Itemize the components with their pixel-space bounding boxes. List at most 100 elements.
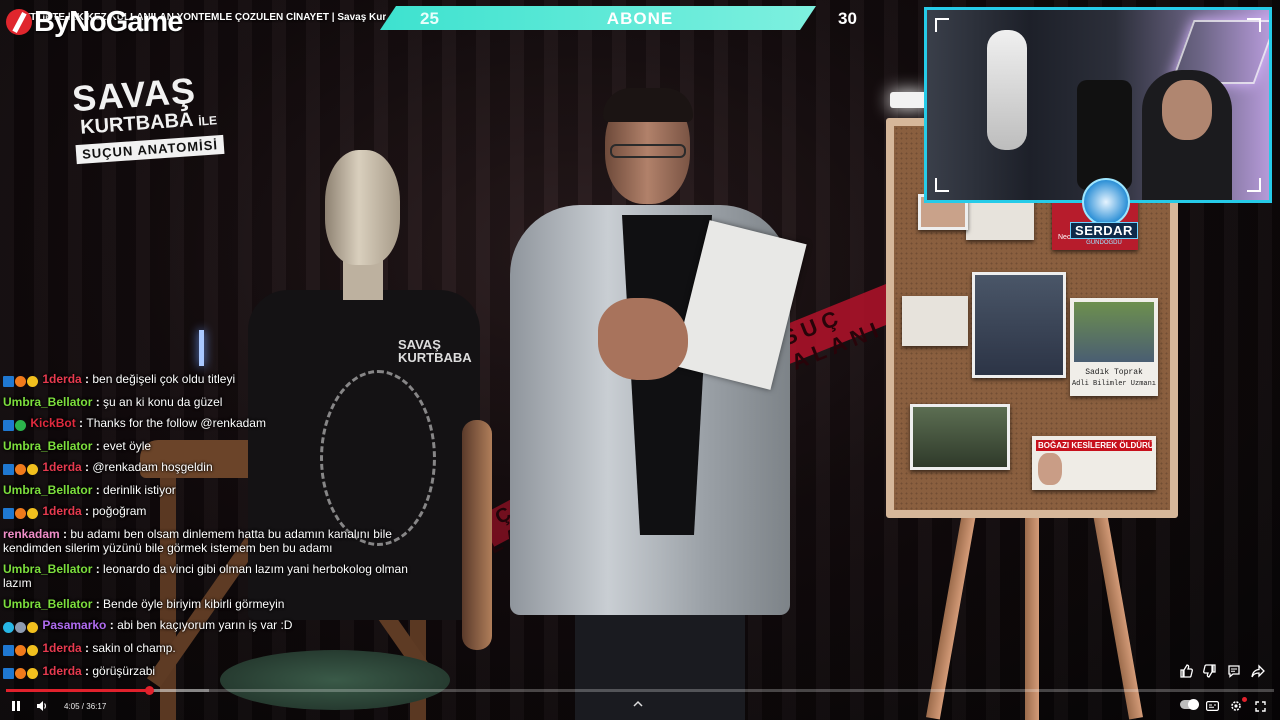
frame-corner-icon <box>935 18 949 32</box>
player-controls: 4:05 / 36:17 <box>0 692 1280 720</box>
news-clipping: BOĞAZI KESİLEREK ÖLDÜRÜLDÜ <box>1032 436 1156 490</box>
streamer-face <box>1162 80 1212 140</box>
cyan-badge-icon <box>3 622 14 634</box>
evidence-note <box>902 296 968 346</box>
chat-message: Umbra_Bellator : şu an ki konu da güzel <box>3 395 223 409</box>
gray-badge-icon <box>15 622 26 634</box>
gold-badge-icon <box>27 645 38 657</box>
streamer-badge: SERDAR GÜNDOĞDU <box>1070 178 1138 250</box>
duration: 36:17 <box>86 702 107 711</box>
chat-username[interactable]: Umbra_Bellator <box>3 483 92 497</box>
twitch-badge-icon <box>3 464 14 476</box>
chat-username[interactable]: 1derda <box>42 664 81 678</box>
subscriber-goal-label: ABONE <box>606 9 674 28</box>
chat-text: derinlik istiyor <box>103 483 176 497</box>
orange-badge-icon <box>15 508 26 520</box>
time-display: 4:05 / 36:17 <box>64 702 107 711</box>
chat-message: 1derda : ben değişeli çok oldu titleyi <box>3 368 433 391</box>
chat-username[interactable]: KickBot <box>30 416 75 430</box>
chat-text: @renkadam hoşgeldin <box>92 460 213 474</box>
chat-badges <box>3 506 39 520</box>
easel-leg <box>1025 500 1039 720</box>
chat-username[interactable]: Umbra_Bellator <box>3 395 92 409</box>
mannequin-head <box>325 150 400 265</box>
gold-badge-icon <box>27 464 38 476</box>
hd-badge <box>1242 697 1247 702</box>
orange-badge-icon <box>15 645 26 657</box>
chat-badges <box>3 418 27 432</box>
share-icon[interactable] <box>1250 663 1266 679</box>
twitch-badge-icon <box>3 508 14 520</box>
dislike-icon[interactable] <box>1202 663 1218 679</box>
expert-name: Sadık Toprak <box>1085 368 1143 377</box>
evidence-photo <box>972 272 1066 378</box>
chat-message: Pasamarko : abi ben kaçıyorum yarın iş v… <box>3 614 433 637</box>
news-headline: BOĞAZI KESİLEREK ÖLDÜRÜLDÜ <box>1036 440 1152 451</box>
chat-message: 1derda : @renkadam hoşgeldin <box>3 456 433 479</box>
gold-badge-icon <box>27 668 38 680</box>
twitch-badge-icon <box>3 376 14 388</box>
current-time: 4:05 <box>64 702 80 711</box>
chat-badges <box>3 666 39 680</box>
pause-icon[interactable] <box>8 696 24 716</box>
subscriber-goal-target: 30 <box>838 9 857 28</box>
show-logo: SAVAŞ KURTBABA İLE SUÇUN ANATOMİSİ <box>71 70 227 171</box>
fullscreen-icon[interactable] <box>1252 696 1268 716</box>
chat-username[interactable]: Pasamarko <box>42 618 106 632</box>
chat-message: Umbra_Bellator : leonardo da vinci gibi … <box>3 562 408 590</box>
chat-username[interactable]: 1derda <box>42 372 81 386</box>
chat-message: Umbra_Bellator : evet öyle <box>3 439 152 453</box>
chat-text: görüşürzabi <box>92 664 156 678</box>
subscriber-count: 25 <box>420 9 439 28</box>
presenter-hair <box>603 88 693 122</box>
comment-icon[interactable] <box>1226 663 1242 679</box>
gold-badge-icon <box>27 376 38 388</box>
volume-icon[interactable] <box>34 696 50 716</box>
chat-text: şu an ki konu da güzel <box>103 395 223 409</box>
chat-text: abi ben kaçıyorum yarın iş var :D <box>117 618 293 632</box>
frame-corner-icon <box>1247 178 1261 192</box>
show-logo-line3: SUÇUN ANATOMİSİ <box>75 134 225 165</box>
orange-badge-icon <box>15 376 26 388</box>
streamer-badge-name: SERDAR <box>1070 222 1138 239</box>
expert-title: Adli Bilimler Uzmanı <box>1071 380 1156 388</box>
chat-text: Bende öyle biriyim kibirli görmeyin <box>103 597 285 611</box>
chat-message: renkadam : bu adamı ben olsam dinlemem h… <box>3 527 392 555</box>
chat-badges <box>3 620 39 634</box>
chat-message: Umbra_Bellator : Bende öyle biriyim kibi… <box>3 597 285 611</box>
like-icon[interactable] <box>1178 663 1194 679</box>
captions-icon[interactable] <box>1204 696 1220 716</box>
orange-badge-icon <box>15 668 26 680</box>
chat-text: sakin ol champ. <box>92 641 176 655</box>
evidence-photo <box>910 404 1010 470</box>
chat-username[interactable]: Umbra_Bellator <box>3 597 92 611</box>
news-photo <box>1038 453 1062 485</box>
twitch-badge-icon <box>3 420 14 432</box>
twitch-badge-icon <box>3 668 14 680</box>
bynogame-icon <box>6 9 32 35</box>
autoplay-toggle[interactable] <box>1180 699 1199 710</box>
mannequin-arm <box>462 420 492 650</box>
chat-overlay: 1derda : ben değişeli çok oldu titleyi Um… <box>3 368 433 683</box>
astronaut-figure <box>987 30 1027 150</box>
chat-text: ben değişeli çok oldu titleyi <box>92 372 236 386</box>
chat-username[interactable]: 1derda <box>42 460 81 474</box>
video-actions <box>1178 663 1266 679</box>
orange-badge-icon <box>15 464 26 476</box>
studio-lamp <box>890 92 928 108</box>
chat-text: evet öyle <box>103 439 152 453</box>
chat-username[interactable]: Umbra_Bellator <box>3 439 92 453</box>
expert-photo <box>1074 302 1154 362</box>
channel-name: ByNoGame <box>34 5 183 38</box>
chat-username[interactable]: renkadam <box>3 527 60 541</box>
channel-logo[interactable]: ByNoGame <box>6 4 183 40</box>
chat-message: 1derda : görüşürzabi <box>3 660 433 683</box>
verified-badge-icon <box>15 420 26 432</box>
chat-username[interactable]: 1derda <box>42 504 81 518</box>
frame-corner-icon <box>1247 18 1261 32</box>
chevron-up-icon[interactable] <box>633 697 643 711</box>
chat-username[interactable]: Umbra_Bellator <box>3 562 92 576</box>
chat-username[interactable]: 1derda <box>42 641 81 655</box>
chat-text: Thanks for the follow @renkadam <box>86 416 266 430</box>
astronaut-emblem-icon <box>1082 178 1130 226</box>
